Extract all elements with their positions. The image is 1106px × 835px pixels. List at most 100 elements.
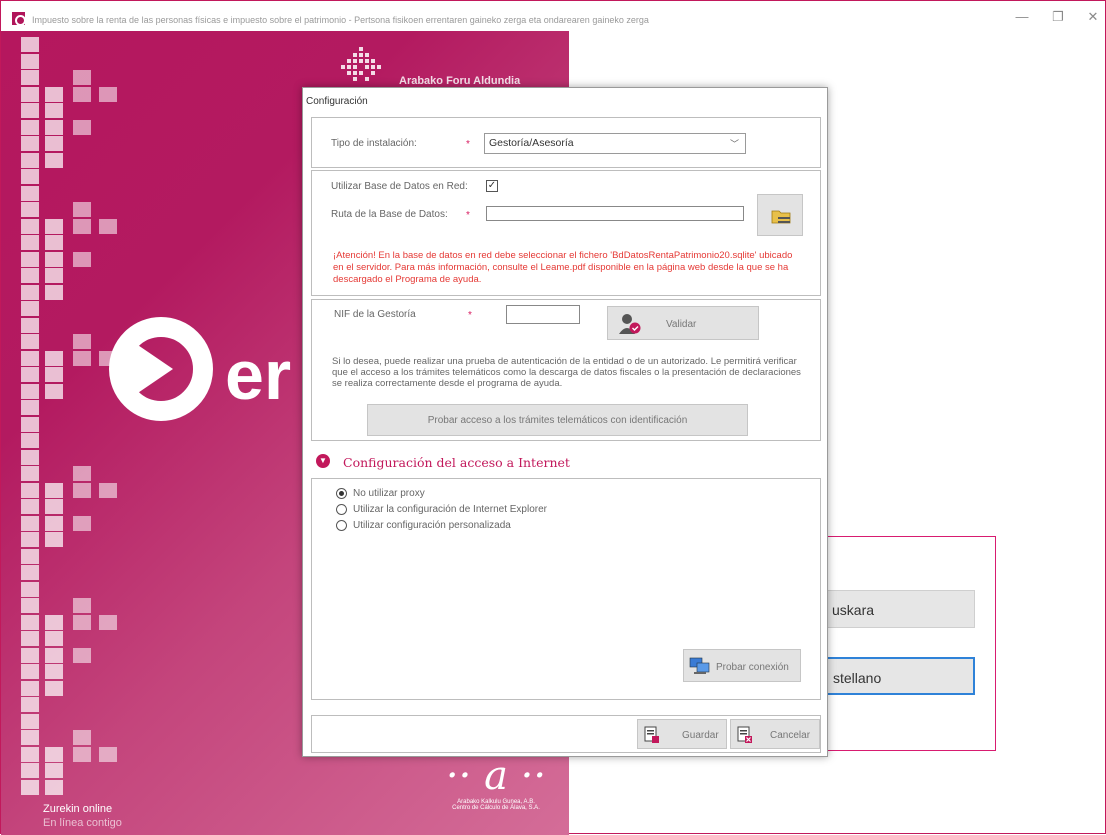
test-connection-label: Probar conexión: [716, 662, 789, 673]
decorative-square: [73, 334, 91, 349]
euskara-button[interactable]: uskara: [819, 590, 975, 628]
decorative-square: [45, 251, 63, 267]
cancel-label: Cancelar: [770, 730, 811, 741]
decorative-square: [45, 218, 63, 234]
app-window: Impuesto sobre la renta de las personas …: [0, 0, 1106, 835]
decorative-square: [73, 730, 91, 745]
internet-section-title[interactable]: Configuración del acceso a Internet: [343, 455, 570, 470]
decorative-square: [21, 697, 39, 712]
decorative-square: [45, 532, 63, 547]
decorative-square: [45, 119, 63, 135]
foral-logo-icon: [341, 47, 381, 81]
cancel-icon: [737, 726, 752, 743]
required-mark: *: [466, 139, 470, 150]
decorative-square: [73, 647, 91, 663]
decorative-square: [45, 763, 63, 778]
decorative-square: [45, 779, 63, 795]
decorative-square: [45, 136, 63, 151]
decorative-square: [73, 482, 91, 498]
decorative-square: [21, 598, 39, 613]
decorative-square: [99, 86, 117, 102]
required-mark: *: [468, 310, 472, 321]
user-check-icon: [619, 314, 641, 334]
proxy-option-custom[interactable]: Utilizar configuración personalizada: [353, 520, 511, 531]
decorative-square: [21, 136, 39, 151]
required-mark: *: [466, 210, 470, 221]
decorative-square: [21, 218, 39, 234]
db-path-input[interactable]: [486, 206, 744, 221]
maximize-button[interactable]: ❐: [1044, 9, 1072, 25]
validate-button[interactable]: Validar: [607, 306, 759, 340]
save-label: Guardar: [682, 730, 719, 741]
close-button[interactable]: ✕: [1079, 9, 1106, 25]
test-access-button[interactable]: Probar acceso a los trámites telemáticos…: [367, 404, 748, 436]
save-icon: [644, 726, 659, 743]
castellano-button[interactable]: stellano: [819, 657, 975, 695]
decorative-square: [73, 202, 91, 217]
use-network-db-label: Utilizar Base de Datos en Red:: [331, 181, 468, 192]
decorative-square: [73, 218, 91, 234]
install-type-value: Gestoría/Asesoría: [489, 137, 574, 149]
proxy-option-ie[interactable]: Utilizar la configuración de Internet Ex…: [353, 504, 547, 515]
auth-info-text: Si lo desea, puede realizar una prueba d…: [332, 356, 801, 389]
decorative-square: [21, 433, 39, 448]
cancel-button[interactable]: Cancelar: [730, 719, 820, 749]
decorative-square: [21, 713, 39, 729]
decorative-square: [21, 284, 39, 300]
proxy-radio-custom[interactable]: [336, 520, 347, 531]
decorative-square: [21, 268, 39, 283]
use-network-db-checkbox[interactable]: ✓: [486, 180, 498, 192]
db-path-label: Ruta de la Base de Datos:: [331, 209, 448, 220]
brand-wordmark: er: [225, 336, 292, 414]
decorative-square: [21, 631, 39, 646]
decorative-square: [21, 152, 39, 168]
decorative-square: [21, 581, 39, 597]
decorative-square: [73, 70, 91, 85]
decorative-square: [73, 119, 91, 135]
partner-letter: ·· a ··: [445, 753, 547, 799]
proxy-radio-ie[interactable]: [336, 504, 347, 515]
decorative-square: [99, 746, 117, 762]
decorative-square: [21, 119, 39, 135]
partner-logo: ·· a ·· Arabako Kalkulu Gunea, A.B. Cent…: [441, 753, 551, 811]
decorative-square: [21, 86, 39, 102]
decorative-square: [99, 482, 117, 498]
decorative-square: [45, 268, 63, 283]
proxy-option-none[interactable]: No utilizar proxy: [353, 488, 425, 499]
decorative-square: [21, 746, 39, 762]
org-name: Arabako Foru Aldundia: [399, 75, 521, 87]
chevron-down-icon[interactable]: ▼: [316, 454, 330, 468]
decorative-square: [21, 317, 39, 333]
nif-input[interactable]: [506, 305, 580, 324]
window-title: Impuesto sobre la renta de las personas …: [32, 15, 649, 25]
decorative-square: [45, 515, 63, 531]
minimize-button[interactable]: —: [1008, 9, 1036, 24]
decorative-square: [73, 350, 91, 366]
decorative-square: [21, 532, 39, 547]
decorative-square: [21, 202, 39, 217]
slogan-euskara: Zurekin online: [43, 803, 113, 815]
configuration-dialog: Configuración Tipo de instalación: * Ges…: [302, 87, 828, 757]
decorative-square: [45, 86, 63, 102]
decorative-square: [45, 383, 63, 399]
test-connection-button[interactable]: Probar conexión: [683, 649, 801, 682]
decorative-square: [21, 169, 39, 184]
decorative-square: [45, 103, 63, 118]
title-bar: Impuesto sobre la renta de las personas …: [1, 1, 1105, 31]
install-type-select[interactable]: Gestoría/Asesoría ﹀: [484, 133, 746, 154]
decorative-square: [45, 235, 63, 250]
decorative-square: [21, 103, 39, 118]
proxy-radio-none[interactable]: [336, 488, 347, 499]
decorative-square: [21, 482, 39, 498]
decorative-square: [21, 664, 39, 679]
browse-db-button[interactable]: [757, 194, 803, 236]
decorative-square: [21, 763, 39, 778]
decorative-square: [21, 548, 39, 564]
slogan-castellano: En línea contigo: [43, 817, 122, 829]
decorative-square: [21, 647, 39, 663]
decorative-square: [21, 185, 39, 201]
decorative-square: [21, 70, 39, 85]
decorative-square: [21, 334, 39, 349]
save-button[interactable]: Guardar: [637, 719, 727, 749]
decorative-square: [21, 235, 39, 250]
